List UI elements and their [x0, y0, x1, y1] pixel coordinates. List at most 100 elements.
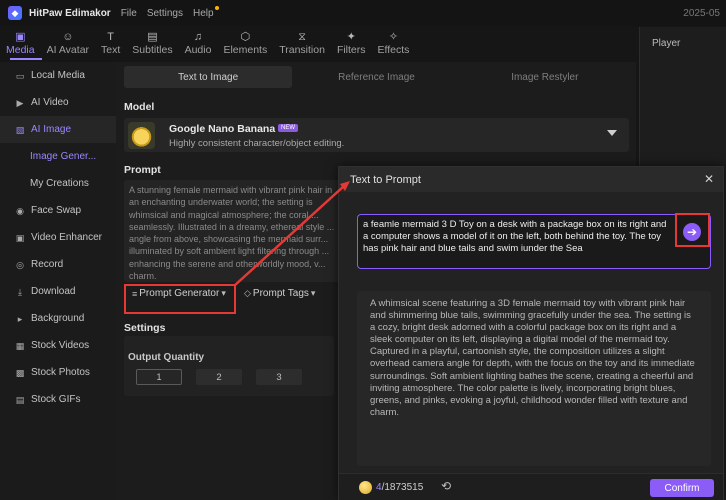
tab-subtitles-label: Subtitles [132, 43, 173, 56]
output-quantity-label: Output Quantity [128, 352, 205, 363]
download-icon: ⤓ [18, 286, 22, 297]
menu-help-label: Help [192, 7, 214, 19]
enhancer-icon: ▣ [15, 232, 25, 243]
menu-file[interactable]: File [121, 8, 137, 19]
tab-media-label: Media [6, 43, 35, 56]
filters-icon: ✦ [346, 30, 356, 43]
credits-total: /1873515 [381, 482, 424, 493]
model-name: Google Nano Banana [169, 123, 276, 135]
sidebar-item-label: AI Video [31, 97, 69, 108]
player-title: Player [652, 38, 681, 49]
tab-text[interactable]: T Text [95, 26, 126, 60]
tab-subtitles[interactable]: ▤ Subtitles [126, 26, 178, 60]
sidebar-item-label: Local Media [31, 70, 85, 81]
settings-card [124, 336, 334, 396]
tab-elements[interactable]: ⬡ Elements [217, 26, 273, 60]
prompt-label: Prompt [124, 164, 161, 176]
sidebar-item-label: Stock GIFs [31, 394, 81, 405]
refresh-icon[interactable]: ⟲ [441, 479, 451, 493]
close-icon[interactable]: ✕ [704, 172, 714, 186]
subtitles-icon: ▤ [147, 30, 158, 43]
active-tab-indicator [10, 58, 42, 60]
sidebar-item-label: AI Image [31, 124, 72, 135]
sidebar-item-stock-gifs[interactable]: ▤ Stock GIFs [0, 386, 116, 413]
sidebar-item-ai-video[interactable]: ▶ AI Video [0, 89, 116, 116]
main-toolbar: ▣ Media ☺ AI Avatar T Text ▤ Subtitles ♫ Audi… [0, 26, 636, 60]
face-swap-icon: ◉ [16, 205, 24, 216]
sidebar-item-stock-videos[interactable]: ▦ Stock Videos [0, 332, 116, 359]
tab-audio[interactable]: ♫ Audio [179, 26, 218, 60]
dialog-footer: 4/1873515 ⟲ Confirm [339, 473, 723, 500]
tab-effects-label: Effects [377, 43, 410, 56]
generated-prompt-text: A whimsical scene featuring a 3D female … [357, 291, 711, 466]
ai-avatar-icon: ☺ [62, 30, 74, 43]
quantity-2-button[interactable]: 2 [196, 369, 242, 385]
sidebar-item-download[interactable]: ⤓ Download [0, 278, 116, 305]
settings-label: Settings [124, 322, 166, 334]
model-description: Highly consistent character/object editi… [169, 138, 345, 149]
prompt-tags-label: Prompt Tags [252, 288, 309, 299]
tab-filters[interactable]: ✦ Filters [331, 26, 372, 60]
model-select[interactable]: Google Nano Banana NEW Highly consistent… [124, 118, 629, 152]
tab-media[interactable]: ▣ Media [0, 26, 41, 60]
sidebar-item-label: Stock Photos [31, 367, 90, 378]
sidebar-item-record[interactable]: ◎ Record [0, 251, 116, 278]
prompt-textarea[interactable]: A stunning female mermaid with vibrant p… [124, 180, 348, 282]
media-icon: ▣ [15, 30, 26, 43]
tab-transition[interactable]: ⧖ Transition [273, 26, 331, 60]
tab-transition-label: Transition [279, 43, 325, 56]
prompt-tags-button[interactable]: ◇ Prompt Tags ▾ [244, 288, 317, 299]
quantity-1-button[interactable]: 1 [136, 369, 182, 385]
tab-elements-label: Elements [223, 43, 268, 56]
elements-icon: ⬡ [240, 30, 251, 43]
sidebar-subitem-image-generator[interactable]: Image Gener... [0, 143, 116, 170]
sidebar-item-ai-image[interactable]: ▧ AI Image [0, 116, 116, 143]
tab-reference-image[interactable]: Reference Image [292, 66, 460, 88]
sidebar-item-label: Background [31, 313, 85, 324]
model-label: Model [124, 101, 155, 113]
transition-icon: ⧖ [298, 30, 306, 43]
tab-ai-avatar-label: AI Avatar [46, 43, 90, 56]
confirm-button[interactable]: Confirm [650, 479, 714, 497]
sidebar-item-label: Video Enhancer [31, 232, 102, 243]
sidebar-item-background[interactable]: ▸ Background [0, 305, 116, 332]
image-mode-tabs: Text to Image Reference Image Image Rest… [124, 66, 629, 88]
sidebar: ▭ Local Media ▶ AI Video ▧ AI Image Image G… [0, 62, 116, 500]
tab-image-restyler[interactable]: Image Restyler [461, 66, 629, 88]
tab-text-to-image[interactable]: Text to Image [124, 66, 293, 88]
sidebar-item-face-swap[interactable]: ◉ Face Swap [0, 197, 116, 224]
tab-audio-label: Audio [184, 43, 212, 56]
dialog-title: Text to Prompt [350, 174, 421, 186]
stock-video-icon: ▦ [15, 340, 25, 351]
annotation-highlight-box [675, 213, 710, 247]
notification-dot [214, 5, 219, 10]
sidebar-item-stock-photos[interactable]: ▩ Stock Photos [0, 359, 116, 386]
text-icon: T [107, 30, 115, 43]
sidebar-item-label: Stock Videos [31, 340, 90, 351]
sidebar-item-video-enhancer[interactable]: ▣ Video Enhancer [0, 224, 116, 251]
quantity-3-button[interactable]: 3 [256, 369, 302, 385]
effects-icon: ✧ [388, 30, 399, 43]
tab-filters-label: Filters [336, 43, 366, 56]
title-bar: ◆ HitPaw Edimakor File Settings Help 202… [0, 0, 726, 26]
folder-icon: ▭ [15, 70, 25, 81]
record-icon: ◎ [16, 259, 24, 270]
sidebar-item-label: Download [31, 286, 76, 297]
dialog-header: Text to Prompt ✕ [339, 167, 723, 192]
prompt-input[interactable]: a feamle mermaid 3 D Toy on a desk with … [357, 214, 711, 269]
sidebar-item-local-media[interactable]: ▭ Local Media [0, 62, 116, 89]
app-name: HitPaw Edimakor [29, 7, 111, 19]
new-badge: NEW [278, 124, 298, 132]
tab-effects[interactable]: ✧ Effects [372, 26, 416, 60]
menu-settings[interactable]: Settings [147, 8, 183, 19]
sidebar-item-label: Record [31, 259, 64, 270]
date-label: 2025-05 [683, 8, 720, 19]
annotation-highlight-box [124, 284, 236, 314]
sidebar-subitem-my-creations[interactable]: My Creations [0, 170, 116, 197]
app-logo-icon: ◆ [8, 6, 22, 20]
menu-help[interactable]: Help [192, 5, 219, 19]
coin-icon [359, 481, 372, 494]
tab-ai-avatar[interactable]: ☺ AI Avatar [41, 26, 95, 60]
credits-counter: 4/1873515 [376, 482, 423, 493]
chevron-down-icon[interactable] [607, 130, 617, 136]
